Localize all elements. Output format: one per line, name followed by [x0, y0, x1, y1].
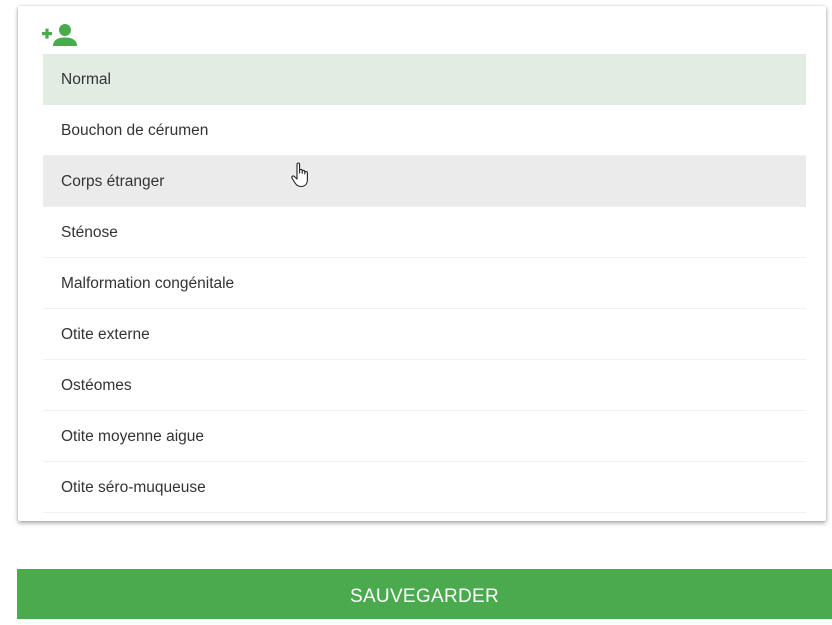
list-item[interactable]: Normal: [43, 54, 806, 105]
list-item[interactable]: Ostéomes: [43, 360, 806, 411]
list-item[interactable]: Malformation congénitale: [43, 258, 806, 309]
list-item[interactable]: Otite séro-muqueuse: [43, 462, 806, 513]
list-item[interactable]: Otite moyenne aigue: [43, 411, 806, 462]
save-button[interactable]: SAUVEGARDER: [17, 569, 832, 619]
diagnosis-list: Normal Bouchon de cérumen Corps étranger…: [43, 54, 806, 521]
list-item[interactable]: Sténose: [43, 207, 806, 258]
list-item[interactable]: Otite externe: [43, 309, 806, 360]
add-person-button[interactable]: [42, 22, 82, 50]
list-item[interactable]: Bouchon de cérumen: [43, 105, 806, 156]
list-item[interactable]: Corps étranger: [43, 156, 806, 207]
diagnosis-panel: Normal Bouchon de cérumen Corps étranger…: [18, 6, 826, 521]
person-add-icon: [42, 24, 77, 46]
